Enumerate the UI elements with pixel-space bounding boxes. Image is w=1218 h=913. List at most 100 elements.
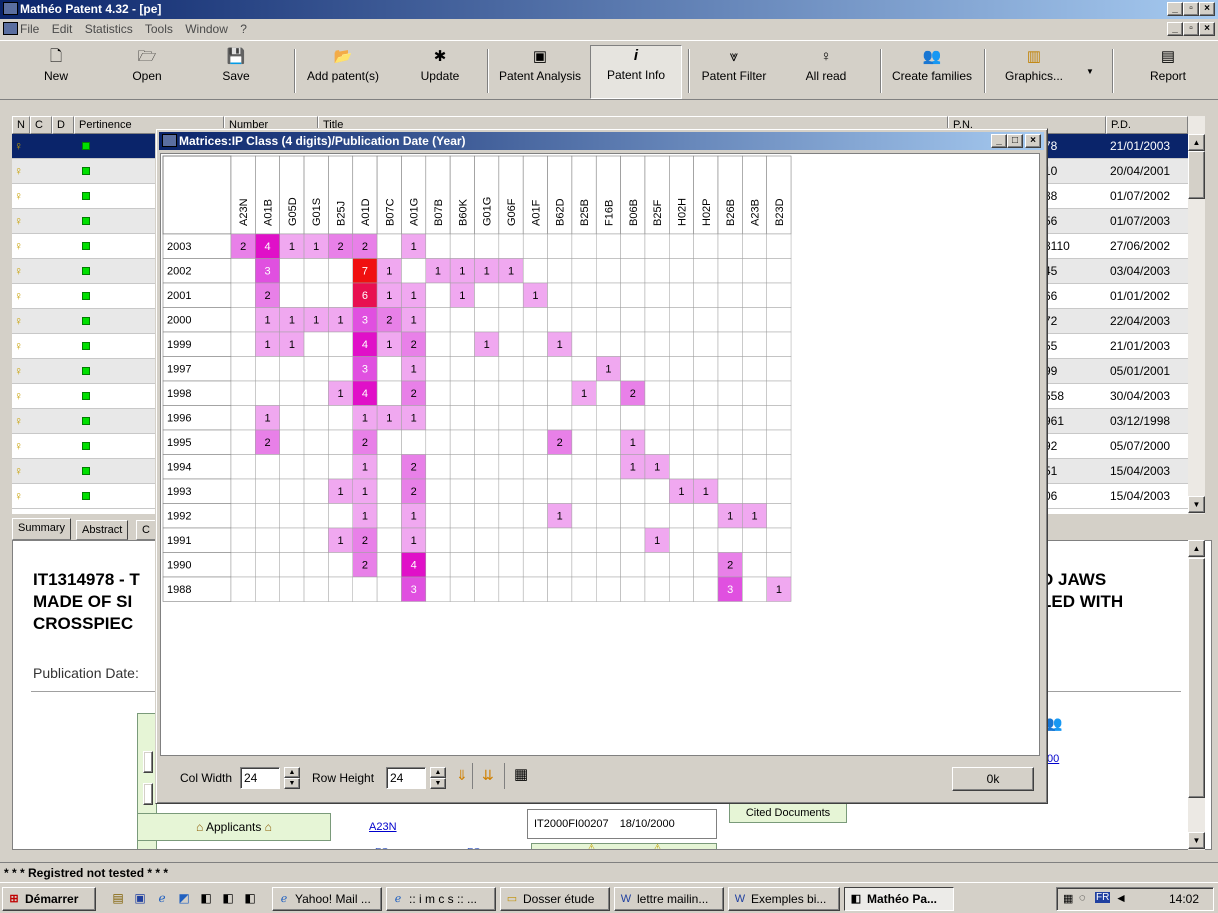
- matrix-cell[interactable]: [474, 454, 500, 480]
- matrix-cell[interactable]: [620, 527, 646, 553]
- matrix-cell[interactable]: [547, 552, 573, 578]
- patent-info-button[interactable]: i Patent Info: [590, 45, 682, 99]
- matrix-cell[interactable]: [620, 552, 646, 578]
- matrix-cell[interactable]: [328, 356, 353, 382]
- doc-minimize-icon[interactable]: _: [1167, 22, 1183, 36]
- graphics-dropdown-icon[interactable]: ▼: [1086, 67, 1094, 76]
- matrix-cell[interactable]: [571, 356, 597, 382]
- matrix-cell[interactable]: [498, 576, 524, 602]
- matrix-cell[interactable]: [376, 454, 402, 480]
- matrix-cell[interactable]: [230, 258, 256, 284]
- matrix-cell[interactable]: [669, 331, 694, 357]
- matrix-cell[interactable]: [449, 356, 475, 382]
- matrix-cell[interactable]: [279, 380, 305, 406]
- app-title-bar[interactable]: Mathéo Patent 4.32 - [pe] _ ▫ ×: [0, 0, 1218, 19]
- matrix-cell[interactable]: [376, 478, 402, 504]
- matrix-cell[interactable]: [571, 552, 597, 578]
- read-status-bulb-icon[interactable]: ♀: [14, 389, 26, 403]
- matrix-cell[interactable]: [596, 258, 621, 284]
- matrix-cell[interactable]: [766, 380, 792, 406]
- matrix-cell[interactable]: [522, 356, 548, 382]
- matrix-cell[interactable]: [547, 527, 573, 553]
- task-dosser-etude[interactable]: ▭ Dosser étude: [500, 887, 610, 911]
- matrix-cell[interactable]: [596, 454, 621, 480]
- col-width-input[interactable]: 24: [240, 767, 280, 789]
- matrix-cell[interactable]: [498, 429, 524, 455]
- matrix-cell[interactable]: [644, 552, 670, 578]
- menu-tools[interactable]: Tools: [145, 22, 173, 36]
- add-patents-button[interactable]: 📂 Add patent(s): [300, 47, 386, 99]
- summary-scrollbar[interactable]: ▲ ▼: [1188, 540, 1205, 850]
- matrix-cell[interactable]: [279, 527, 305, 553]
- matrix-cell[interactable]: [571, 429, 597, 455]
- matrix-cell[interactable]: [717, 405, 743, 431]
- matrix-cell[interactable]: [620, 503, 646, 529]
- matrix-cell[interactable]: [693, 503, 719, 529]
- matrix-cell[interactable]: [303, 478, 329, 504]
- matrix-cell[interactable]: [596, 552, 621, 578]
- matrix-cell[interactable]: [693, 552, 719, 578]
- matrix-cell[interactable]: [644, 405, 670, 431]
- matrix-cell[interactable]: [376, 233, 402, 259]
- matrix-cell[interactable]: [766, 331, 792, 357]
- matrix-cell[interactable]: [303, 405, 329, 431]
- matrix-cell[interactable]: [376, 552, 402, 578]
- matrix-cell[interactable]: [571, 503, 597, 529]
- matrix-cell[interactable]: [522, 454, 548, 480]
- matrix-cell[interactable]: [425, 356, 451, 382]
- matrix-cell[interactable]: [669, 380, 694, 406]
- matrix-cell[interactable]: [303, 454, 329, 480]
- matrix-cell[interactable]: [255, 576, 280, 602]
- scroll-down-icon[interactable]: ▼: [1188, 832, 1205, 849]
- matrix-cell[interactable]: [498, 454, 524, 480]
- matrix-cell[interactable]: [596, 233, 621, 259]
- matrix-cell[interactable]: [230, 331, 256, 357]
- menu-help[interactable]: ?: [240, 22, 247, 36]
- matrix-cell[interactable]: [766, 405, 792, 431]
- matrix-cell[interactable]: [693, 258, 719, 284]
- col-width-spinner[interactable]: ▲ ▼: [284, 767, 300, 789]
- matrix-cell[interactable]: [230, 380, 256, 406]
- matrix-cell[interactable]: [474, 503, 500, 529]
- matrix-cell[interactable]: [303, 356, 329, 382]
- row-height-spinner[interactable]: ▲ ▼: [430, 767, 446, 789]
- matrix-cell[interactable]: [230, 478, 256, 504]
- matheo-quicklaunch-icon[interactable]: ◧: [198, 890, 214, 906]
- matrix-cell[interactable]: [449, 454, 475, 480]
- menu-file[interactable]: File: [20, 22, 39, 36]
- matrix-cell[interactable]: [401, 258, 427, 284]
- matrix-cell[interactable]: [766, 478, 792, 504]
- doc-close-icon[interactable]: ×: [1199, 22, 1215, 36]
- task-matheo-patent[interactable]: ◧ Mathéo Pa...: [844, 887, 954, 911]
- matrix-cell[interactable]: [717, 258, 743, 284]
- matrix-cell[interactable]: [498, 331, 524, 357]
- task-imcs[interactable]: ℯ:: i m c s :: ...: [386, 887, 496, 911]
- spin-down-icon[interactable]: ▼: [284, 778, 300, 789]
- matrix-cell[interactable]: [717, 331, 743, 357]
- matrix-cell[interactable]: [547, 307, 573, 333]
- matrix-cell[interactable]: [279, 356, 305, 382]
- matrix-cell[interactable]: [328, 503, 353, 529]
- matrix-cell[interactable]: [669, 454, 694, 480]
- row-height-input[interactable]: 24: [386, 767, 426, 789]
- scroll-thumb[interactable]: [1188, 558, 1205, 798]
- matrix-cell[interactable]: [596, 478, 621, 504]
- matrix-cell[interactable]: [669, 233, 694, 259]
- matrix-cell[interactable]: [717, 282, 743, 308]
- matrix-cell[interactable]: [328, 405, 353, 431]
- matrix-cell[interactable]: [328, 552, 353, 578]
- sort-columns-icon[interactable]: ⇊: [482, 767, 494, 784]
- matrix-cell[interactable]: [571, 307, 597, 333]
- matrix-cell[interactable]: [498, 233, 524, 259]
- close-icon[interactable]: ×: [1199, 2, 1215, 16]
- matrix-cell[interactable]: [474, 576, 500, 602]
- matrix-cell[interactable]: [279, 405, 305, 431]
- matrix-cell[interactable]: [693, 429, 719, 455]
- ie-icon[interactable]: ℯ: [154, 890, 170, 906]
- matrix-cell[interactable]: [547, 258, 573, 284]
- matrix-cell[interactable]: [498, 503, 524, 529]
- spin-down-icon[interactable]: ▼: [430, 778, 446, 789]
- matrix-cell[interactable]: [303, 331, 329, 357]
- tray-icon[interactable]: ◌: [1079, 892, 1086, 904]
- matrix-cell[interactable]: [425, 527, 451, 553]
